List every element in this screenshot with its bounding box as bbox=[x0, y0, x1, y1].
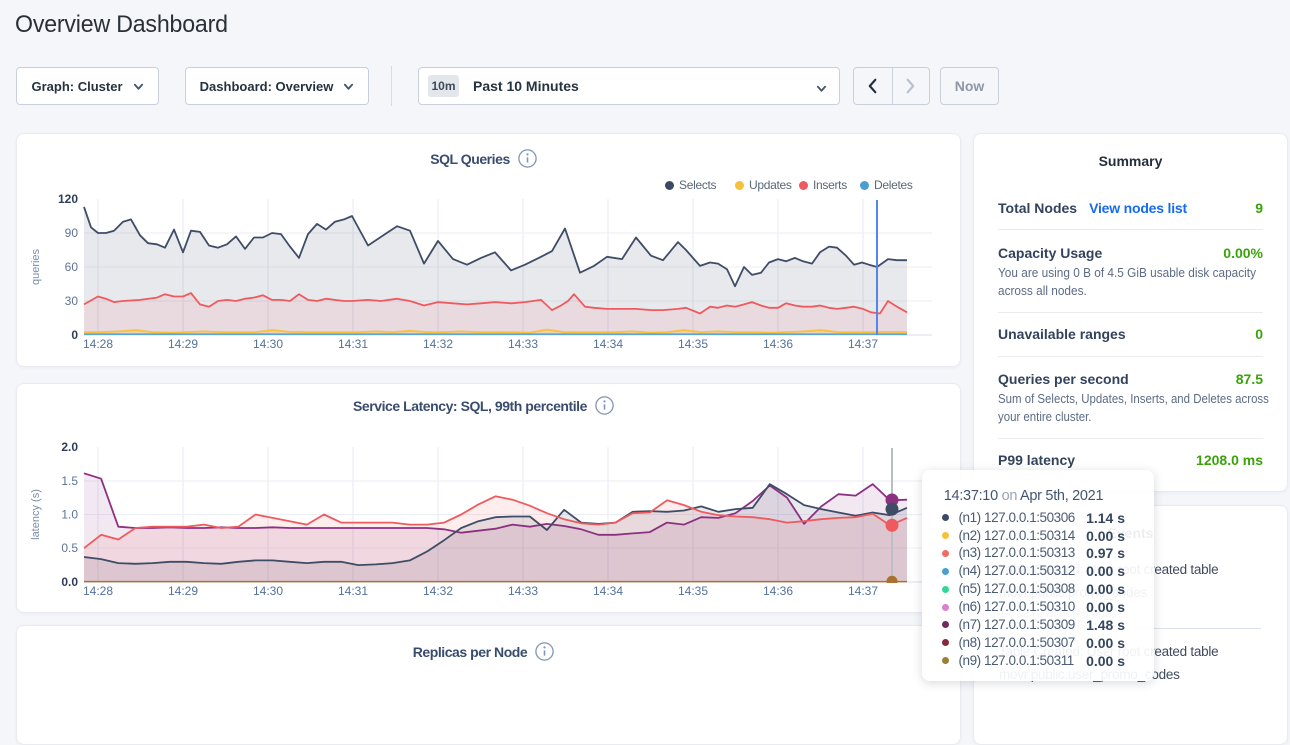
svg-text:14:34: 14:34 bbox=[593, 337, 623, 351]
svg-text:14:31: 14:31 bbox=[338, 337, 368, 351]
svg-text:queries: queries bbox=[30, 248, 42, 285]
svg-text:14:32: 14:32 bbox=[423, 337, 453, 351]
svg-text:30: 30 bbox=[65, 294, 79, 308]
svg-text:14:36: 14:36 bbox=[763, 584, 793, 598]
svg-text:0.0: 0.0 bbox=[61, 575, 78, 589]
svg-text:14:37: 14:37 bbox=[848, 584, 878, 598]
svg-text:1.5: 1.5 bbox=[61, 474, 78, 488]
svg-text:14:29: 14:29 bbox=[168, 337, 198, 351]
svg-text:14:30: 14:30 bbox=[253, 337, 283, 351]
svg-text:14:35: 14:35 bbox=[678, 337, 708, 351]
svg-text:1.0: 1.0 bbox=[61, 508, 78, 522]
svg-text:14:28: 14:28 bbox=[83, 584, 113, 598]
svg-text:2.0: 2.0 bbox=[61, 440, 78, 454]
svg-text:90: 90 bbox=[65, 226, 79, 240]
svg-text:60: 60 bbox=[65, 260, 79, 274]
svg-text:14:35: 14:35 bbox=[678, 584, 708, 598]
svg-text:latency (s): latency (s) bbox=[30, 489, 42, 540]
svg-text:14:28: 14:28 bbox=[83, 337, 113, 351]
svg-text:14:37: 14:37 bbox=[848, 337, 878, 351]
svg-text:14:30: 14:30 bbox=[253, 584, 283, 598]
svg-text:14:31: 14:31 bbox=[338, 584, 368, 598]
svg-text:14:33: 14:33 bbox=[508, 584, 538, 598]
svg-text:0.5: 0.5 bbox=[61, 541, 78, 555]
svg-text:14:36: 14:36 bbox=[763, 337, 793, 351]
svg-text:14:32: 14:32 bbox=[423, 584, 453, 598]
svg-text:14:34: 14:34 bbox=[593, 584, 623, 598]
svg-text:0: 0 bbox=[71, 328, 78, 342]
svg-text:14:33: 14:33 bbox=[508, 337, 538, 351]
svg-text:14:29: 14:29 bbox=[168, 584, 198, 598]
svg-text:120: 120 bbox=[58, 192, 78, 206]
